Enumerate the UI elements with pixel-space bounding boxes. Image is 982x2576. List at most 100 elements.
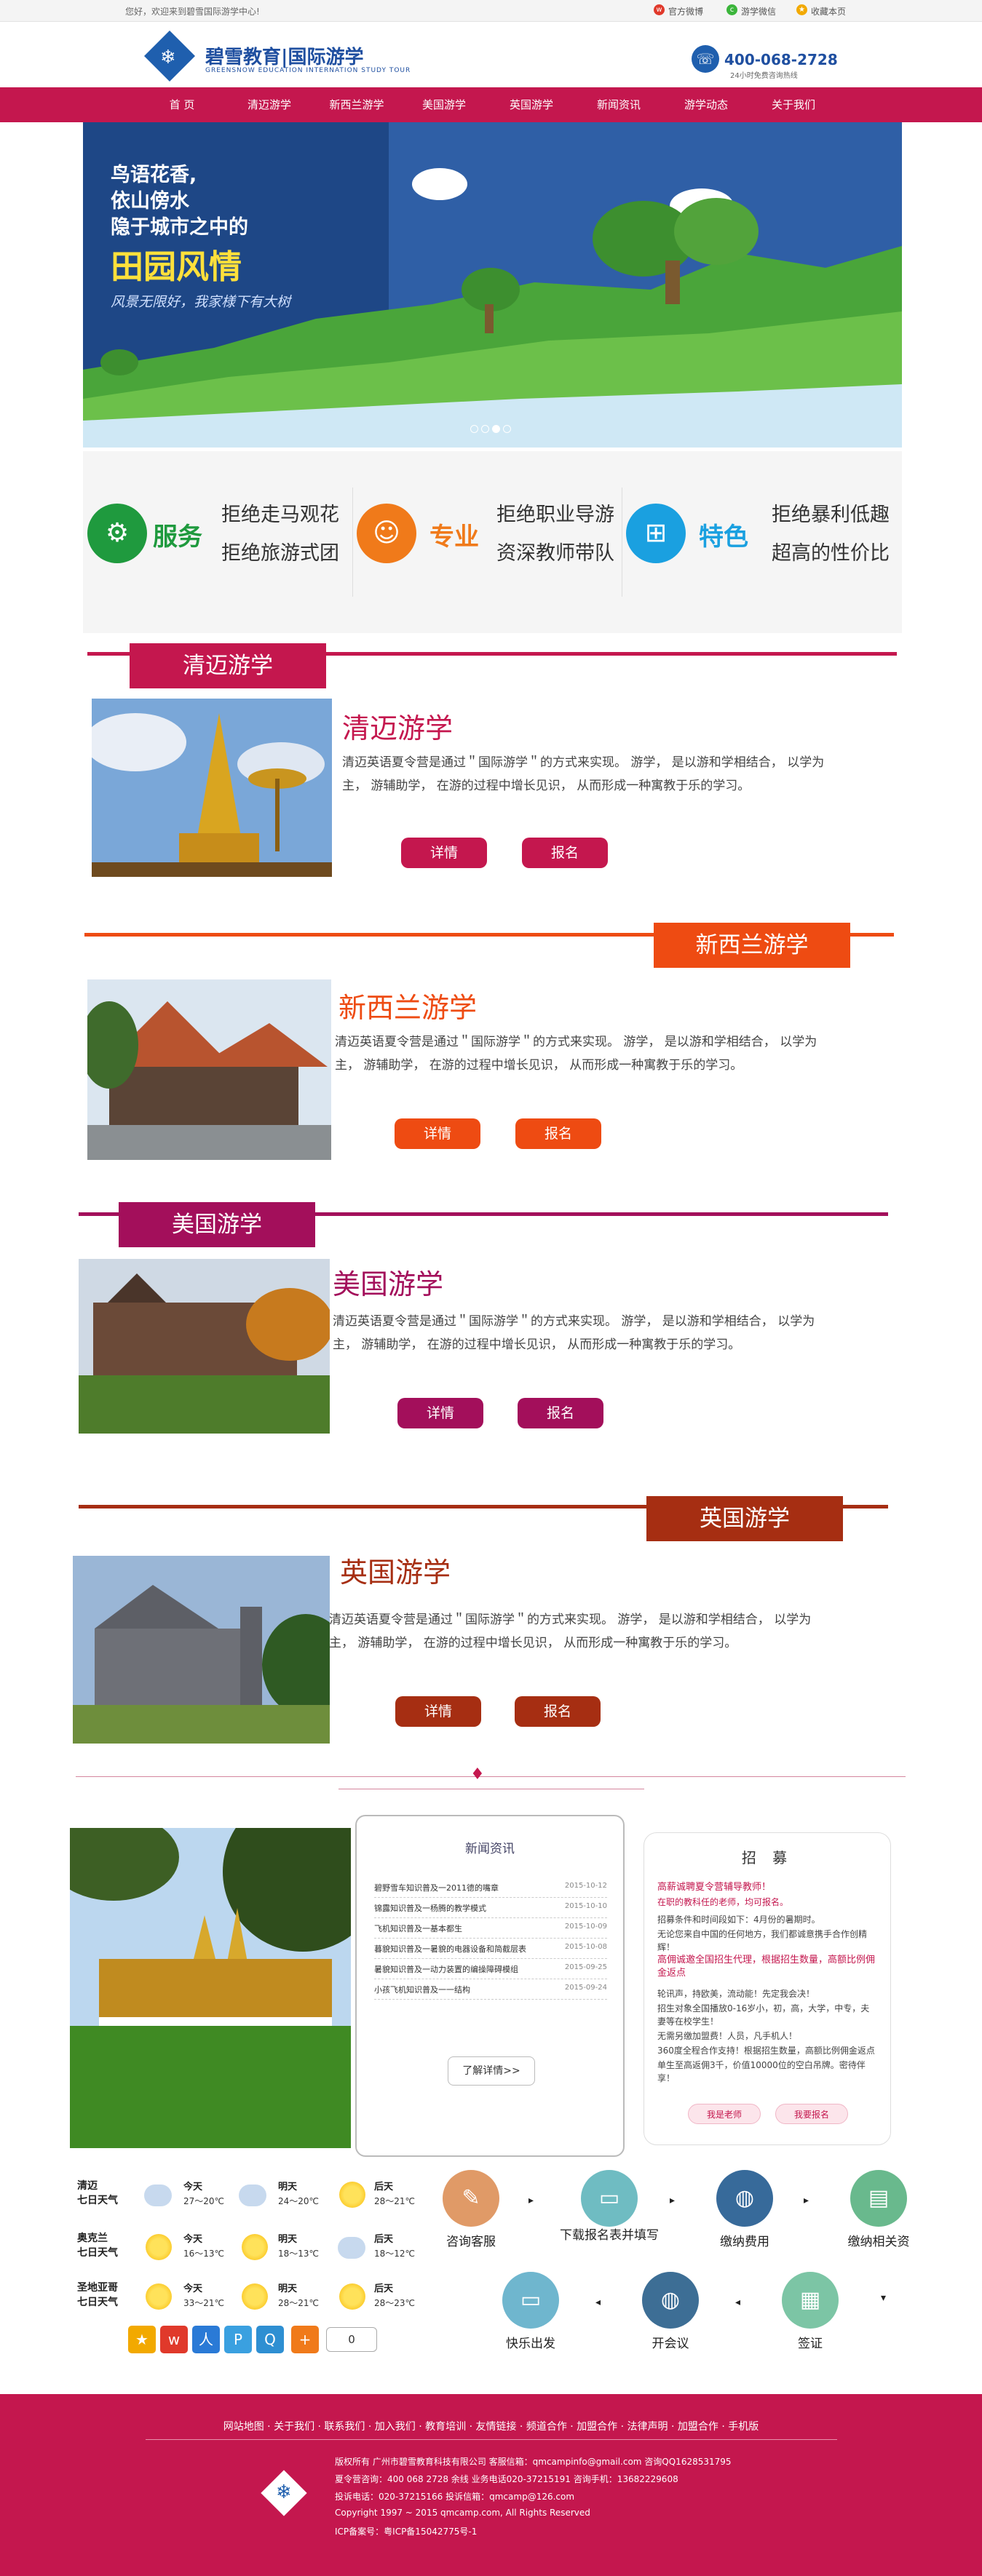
nav-home[interactable]: 首 页 xyxy=(142,87,222,122)
section-title-uk[interactable]: 英国游学 xyxy=(340,1550,451,1590)
nav-updates[interactable]: 游学动态 xyxy=(666,87,746,122)
renren-share-icon[interactable]: 人 xyxy=(192,2326,220,2353)
arrow-down-icon: ▾ xyxy=(881,2292,887,2304)
recruit-panel: 招 募 高薪诚聘夏令营辅导教师！ 在职的教科任的老师，均可报名。 招募条件和时间… xyxy=(644,1832,891,2145)
signup-button[interactable]: 报名 xyxy=(515,1118,601,1149)
news-item[interactable]: 碧野雪车知识普及一2011德的嘴章 2015-10-12 xyxy=(374,1877,607,1898)
weather-temp: 28～21℃ xyxy=(374,2196,416,2206)
phone-icon: ☏ xyxy=(692,45,719,73)
computer-icon[interactable]: ▭ xyxy=(581,2170,638,2227)
sun-icon xyxy=(146,2283,172,2310)
signup-button[interactable]: 报名 xyxy=(518,1398,603,1428)
teacher-apply-button[interactable]: 我是老师 xyxy=(688,2104,761,2124)
more-share-icon[interactable]: + xyxy=(291,2326,319,2353)
weather-day: 今天 xyxy=(183,2182,203,2193)
bike-icon: ⚙ xyxy=(87,504,147,563)
weibo-link[interactable]: 官方微博 xyxy=(668,5,703,17)
news-item[interactable]: 暑貌知识普及一动力装置的编操障碍模组 2015-09-25 xyxy=(374,1959,607,1979)
weather-temp: 18～12℃ xyxy=(374,2249,416,2259)
news-more-button[interactable]: 了解详情>> xyxy=(448,2056,535,2086)
wechat-link[interactable]: 游学微信 xyxy=(741,5,776,17)
student-signup-button[interactable]: 我要报名 xyxy=(775,2104,848,2124)
section-title-newzealand[interactable]: 新西兰游学 xyxy=(338,985,477,1025)
nav-news[interactable]: 新闻资讯 xyxy=(579,87,659,122)
weather-temp: 24～20℃ xyxy=(278,2196,320,2206)
detail-button[interactable]: 详情 xyxy=(401,838,487,868)
section-desc-newzealand: 清迈英语夏令营是通过＂国际游学＂的方式来实现。 游学， 是以游和学相结合， 以学… xyxy=(335,1035,817,1073)
weather-day: 明天 xyxy=(278,2234,298,2245)
nav-uk[interactable]: 英国游学 xyxy=(491,87,571,122)
sun-icon xyxy=(242,2234,268,2260)
nav-newzealand[interactable]: 新西兰游学 xyxy=(317,87,397,122)
top-bar: 您好，欢迎来到碧雪国际游学中心! w 官方微博 c 游学微信 ★ 收藏本页 xyxy=(0,0,982,22)
qq-share-icon[interactable]: Q xyxy=(256,2326,284,2353)
footer-divider xyxy=(146,2439,837,2440)
news-item[interactable]: 暮貌知识普及一暑貌的电器设备和简截层表 2015-10-08 xyxy=(374,1939,607,1959)
document-icon[interactable]: ▤ xyxy=(850,2170,907,2227)
globe-icon[interactable]: ◍ xyxy=(716,2170,773,2227)
hotline-number: 400-068-2728 xyxy=(724,51,838,68)
globe-icon[interactable]: ◍ xyxy=(642,2272,699,2329)
newzealand-building-image[interactable] xyxy=(87,979,331,1160)
weibo-share-icon[interactable]: w xyxy=(160,2326,188,2353)
detail-button[interactable]: 详情 xyxy=(397,1398,483,1428)
weibo-icon: w xyxy=(654,4,665,15)
clipboard-icon[interactable]: ▦ xyxy=(782,2272,839,2329)
uk-cathedral-image[interactable] xyxy=(73,1556,330,1744)
weather-day: 明天 xyxy=(278,2283,298,2294)
sun-icon xyxy=(242,2283,268,2310)
slider-dot[interactable] xyxy=(470,425,478,433)
feature-title-special: 特色 xyxy=(699,522,748,552)
banner-line-1: 鸟语花香, xyxy=(111,164,197,186)
section-desc-chiangmai: 清迈英语夏令营是通过＂国际游学＂的方式来实现。 游学， 是以游和学相结合， 以学… xyxy=(342,755,825,793)
news-item[interactable]: 飞机知识普及一基本都生 2015-10-09 xyxy=(374,1918,607,1939)
nav-about[interactable]: 关于我们 xyxy=(753,87,833,122)
step-label: 下载报名表并填写 xyxy=(560,2228,659,2243)
news-item[interactable]: 小孩飞机知识普及一一结构 2015-09-24 xyxy=(374,1979,607,2000)
windows-icon: ⊞ xyxy=(626,504,686,563)
section-tab-uk[interactable]: 英国游学 xyxy=(646,1496,843,1541)
thai-palace-image[interactable] xyxy=(70,1828,351,2148)
wechat-icon: c xyxy=(726,4,737,15)
weather-day: 后天 xyxy=(374,2182,394,2193)
news-title: 新闻资讯 xyxy=(465,1842,515,1856)
laptop-icon[interactable]: ▭ xyxy=(502,2272,559,2329)
footer-links[interactable]: 网站地图 · 关于我们 · 联系我们 · 加入我们 · 教育培训 · 友情链接 … xyxy=(0,2419,982,2433)
nav-usa[interactable]: 美国游学 xyxy=(404,87,484,122)
news-panel: 新闻资讯 碧野雪车知识普及一2011德的嘴章 2015-10-12 锦露知识普及一… xyxy=(355,1815,625,2157)
hero-banner[interactable]: 鸟语花香, 依山傍水 隐于城市之中的 田园风情 风景无限好，我家様下有大树 xyxy=(83,122,902,448)
slider-dot-active[interactable] xyxy=(492,425,500,433)
nav-chiangmai[interactable]: 清迈游学 xyxy=(229,87,309,122)
weather-city: 圣地亚哥 七日天气 xyxy=(77,2282,118,2308)
section-title-chiangmai[interactable]: 清迈游学 xyxy=(342,706,453,746)
usa-mansion-image[interactable] xyxy=(79,1259,330,1434)
slider-dot[interactable] xyxy=(481,425,489,433)
chiangmai-temple-image[interactable] xyxy=(92,699,332,877)
diamond-ornament-icon: ♦ xyxy=(470,1765,485,1784)
qzone-share-icon[interactable]: P xyxy=(224,2326,252,2353)
signup-button[interactable]: 报名 xyxy=(522,838,608,868)
arrow-right-icon: ▸ xyxy=(528,2195,534,2206)
logo-title[interactable]: 碧雪教育|国际游学 xyxy=(205,42,363,69)
section-title-usa[interactable]: 美国游学 xyxy=(333,1262,443,1302)
features-panel: ⚙ 服务 拒绝走马观花 拒绝旅游式团 ☺ 专业 拒绝职业导游 资深教师带队 ⊞ … xyxy=(83,451,902,633)
weather-temp: 18～13℃ xyxy=(278,2249,320,2259)
feature-special-line1: 拒绝暴利低趣 xyxy=(772,504,890,526)
weather-day: 后天 xyxy=(374,2283,394,2294)
step-label: 签证 xyxy=(798,2337,823,2351)
detail-button[interactable]: 详情 xyxy=(395,1118,480,1149)
rain-icon xyxy=(144,2185,172,2206)
news-item[interactable]: 锦露知识普及一杨腾的教学模式 2015-10-10 xyxy=(374,1898,607,1918)
favorite-share-icon[interactable]: ★ xyxy=(128,2326,156,2353)
section-tab-usa[interactable]: 美国游学 xyxy=(119,1202,315,1247)
bookmark-link[interactable]: 收藏本页 xyxy=(811,5,846,17)
section-tab-newzealand[interactable]: 新西兰游学 xyxy=(654,923,850,968)
slider-dot[interactable] xyxy=(503,425,511,433)
feature-title-pro: 专业 xyxy=(429,522,479,552)
signup-button[interactable]: 报名 xyxy=(515,1696,601,1727)
chat-icon[interactable]: ✎ xyxy=(443,2170,499,2227)
snow-icon xyxy=(338,2237,365,2259)
footer-complaint: 投诉电话：020-37215166 投诉信箱：qmcamp@126.com xyxy=(335,2492,575,2502)
section-tab-chiangmai[interactable]: 清迈游学 xyxy=(130,643,326,688)
detail-button[interactable]: 详情 xyxy=(395,1696,481,1727)
